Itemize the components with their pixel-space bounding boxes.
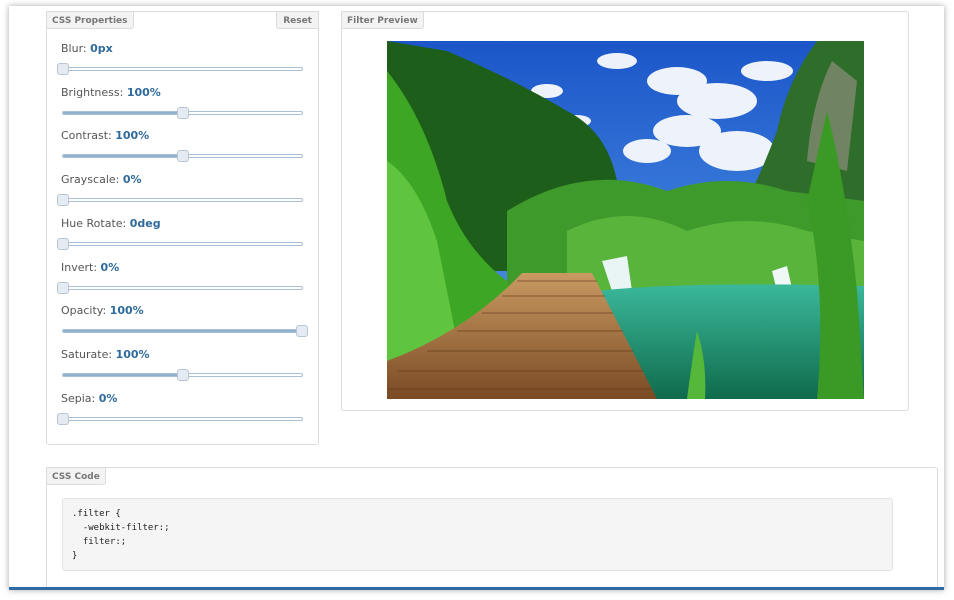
property-value: 100% [109,304,144,317]
property-value: 100% [115,348,150,361]
property-row: Contrast: 100% [61,129,311,173]
property-value: 0deg [129,217,161,230]
window-bottom-bar [9,587,944,590]
app-window: CSS Properties Reset Blur: 0px Brightness… [9,6,944,590]
reset-button[interactable]: Reset [276,11,319,29]
code-line: -webkit-filter:; [72,523,170,533]
property-label: Saturate: 100% [61,348,150,361]
property-slider[interactable] [57,282,303,294]
slider-handle[interactable] [57,413,69,425]
property-slider[interactable] [62,369,303,381]
property-label: Invert: 0% [61,261,119,274]
slider-handle[interactable] [57,63,69,75]
css-properties-panel: CSS Properties Reset Blur: 0px Brightness… [46,11,319,445]
property-slider[interactable] [57,63,303,75]
code-line: } [72,551,78,561]
property-name: Opacity: [61,304,107,317]
property-name: Brightness: [61,86,124,99]
code-line: filter:; [72,537,127,547]
property-name: Contrast: [61,129,112,142]
property-label: Contrast: 100% [61,129,149,142]
property-slider[interactable] [57,413,303,425]
property-value: 100% [126,86,161,99]
property-row: Invert: 0% [57,261,311,305]
property-name: Blur: [61,42,87,55]
slider-handle[interactable] [177,107,189,119]
property-label: Blur: 0px [61,42,113,55]
property-name: Sepia: [61,392,96,405]
property-name: Saturate: [61,348,113,361]
slider-fill [63,374,183,376]
filter-preview-panel: Filter Preview [341,11,909,411]
slider-handle[interactable] [57,238,69,250]
slider-handle[interactable] [57,194,69,206]
slider-fill [63,155,183,157]
property-row: Grayscale: 0% [57,173,311,217]
css-properties-title: CSS Properties [46,11,134,29]
property-row: Brightness: 100% [61,86,311,130]
property-slider[interactable] [57,238,303,250]
property-row: Hue Rotate: 0deg [57,217,311,261]
property-name: Grayscale: [61,173,120,186]
css-code-title: CSS Code [46,467,106,485]
slider-handle[interactable] [177,150,189,162]
property-value: 0% [100,261,120,274]
slider-handle[interactable] [57,282,69,294]
slider-handle[interactable] [296,325,308,337]
property-slider[interactable] [62,325,308,337]
slider-fill [63,330,302,332]
property-label: Opacity: 100% [61,304,144,317]
property-label: Brightness: 100% [61,86,161,99]
property-name: Hue Rotate: [61,217,127,230]
css-code-output[interactable]: .filter { -webkit-filter:; filter:; } [62,498,893,571]
property-value: 0% [122,173,142,186]
property-name: Invert: [61,261,98,274]
slider-fill [63,112,183,114]
property-slider[interactable] [62,150,303,162]
property-label: Sepia: 0% [61,392,117,405]
property-row: Saturate: 100% [61,348,311,392]
property-slider[interactable] [57,194,303,206]
property-value: 100% [115,129,150,142]
property-row: Blur: 0px [57,42,311,86]
property-label: Grayscale: 0% [61,173,142,186]
property-label: Hue Rotate: 0deg [61,217,161,230]
property-value: 0% [98,392,118,405]
preview-image [387,41,864,399]
code-line: .filter { [72,509,121,519]
property-row: Sepia: 0% [57,392,311,436]
property-value: 0px [90,42,113,55]
property-row: Opacity: 100% [61,304,311,348]
css-code-panel: CSS Code .filter { -webkit-filter:; filt… [46,467,938,590]
filter-preview-title: Filter Preview [341,11,424,29]
slider-handle[interactable] [177,369,189,381]
property-slider[interactable] [62,107,303,119]
